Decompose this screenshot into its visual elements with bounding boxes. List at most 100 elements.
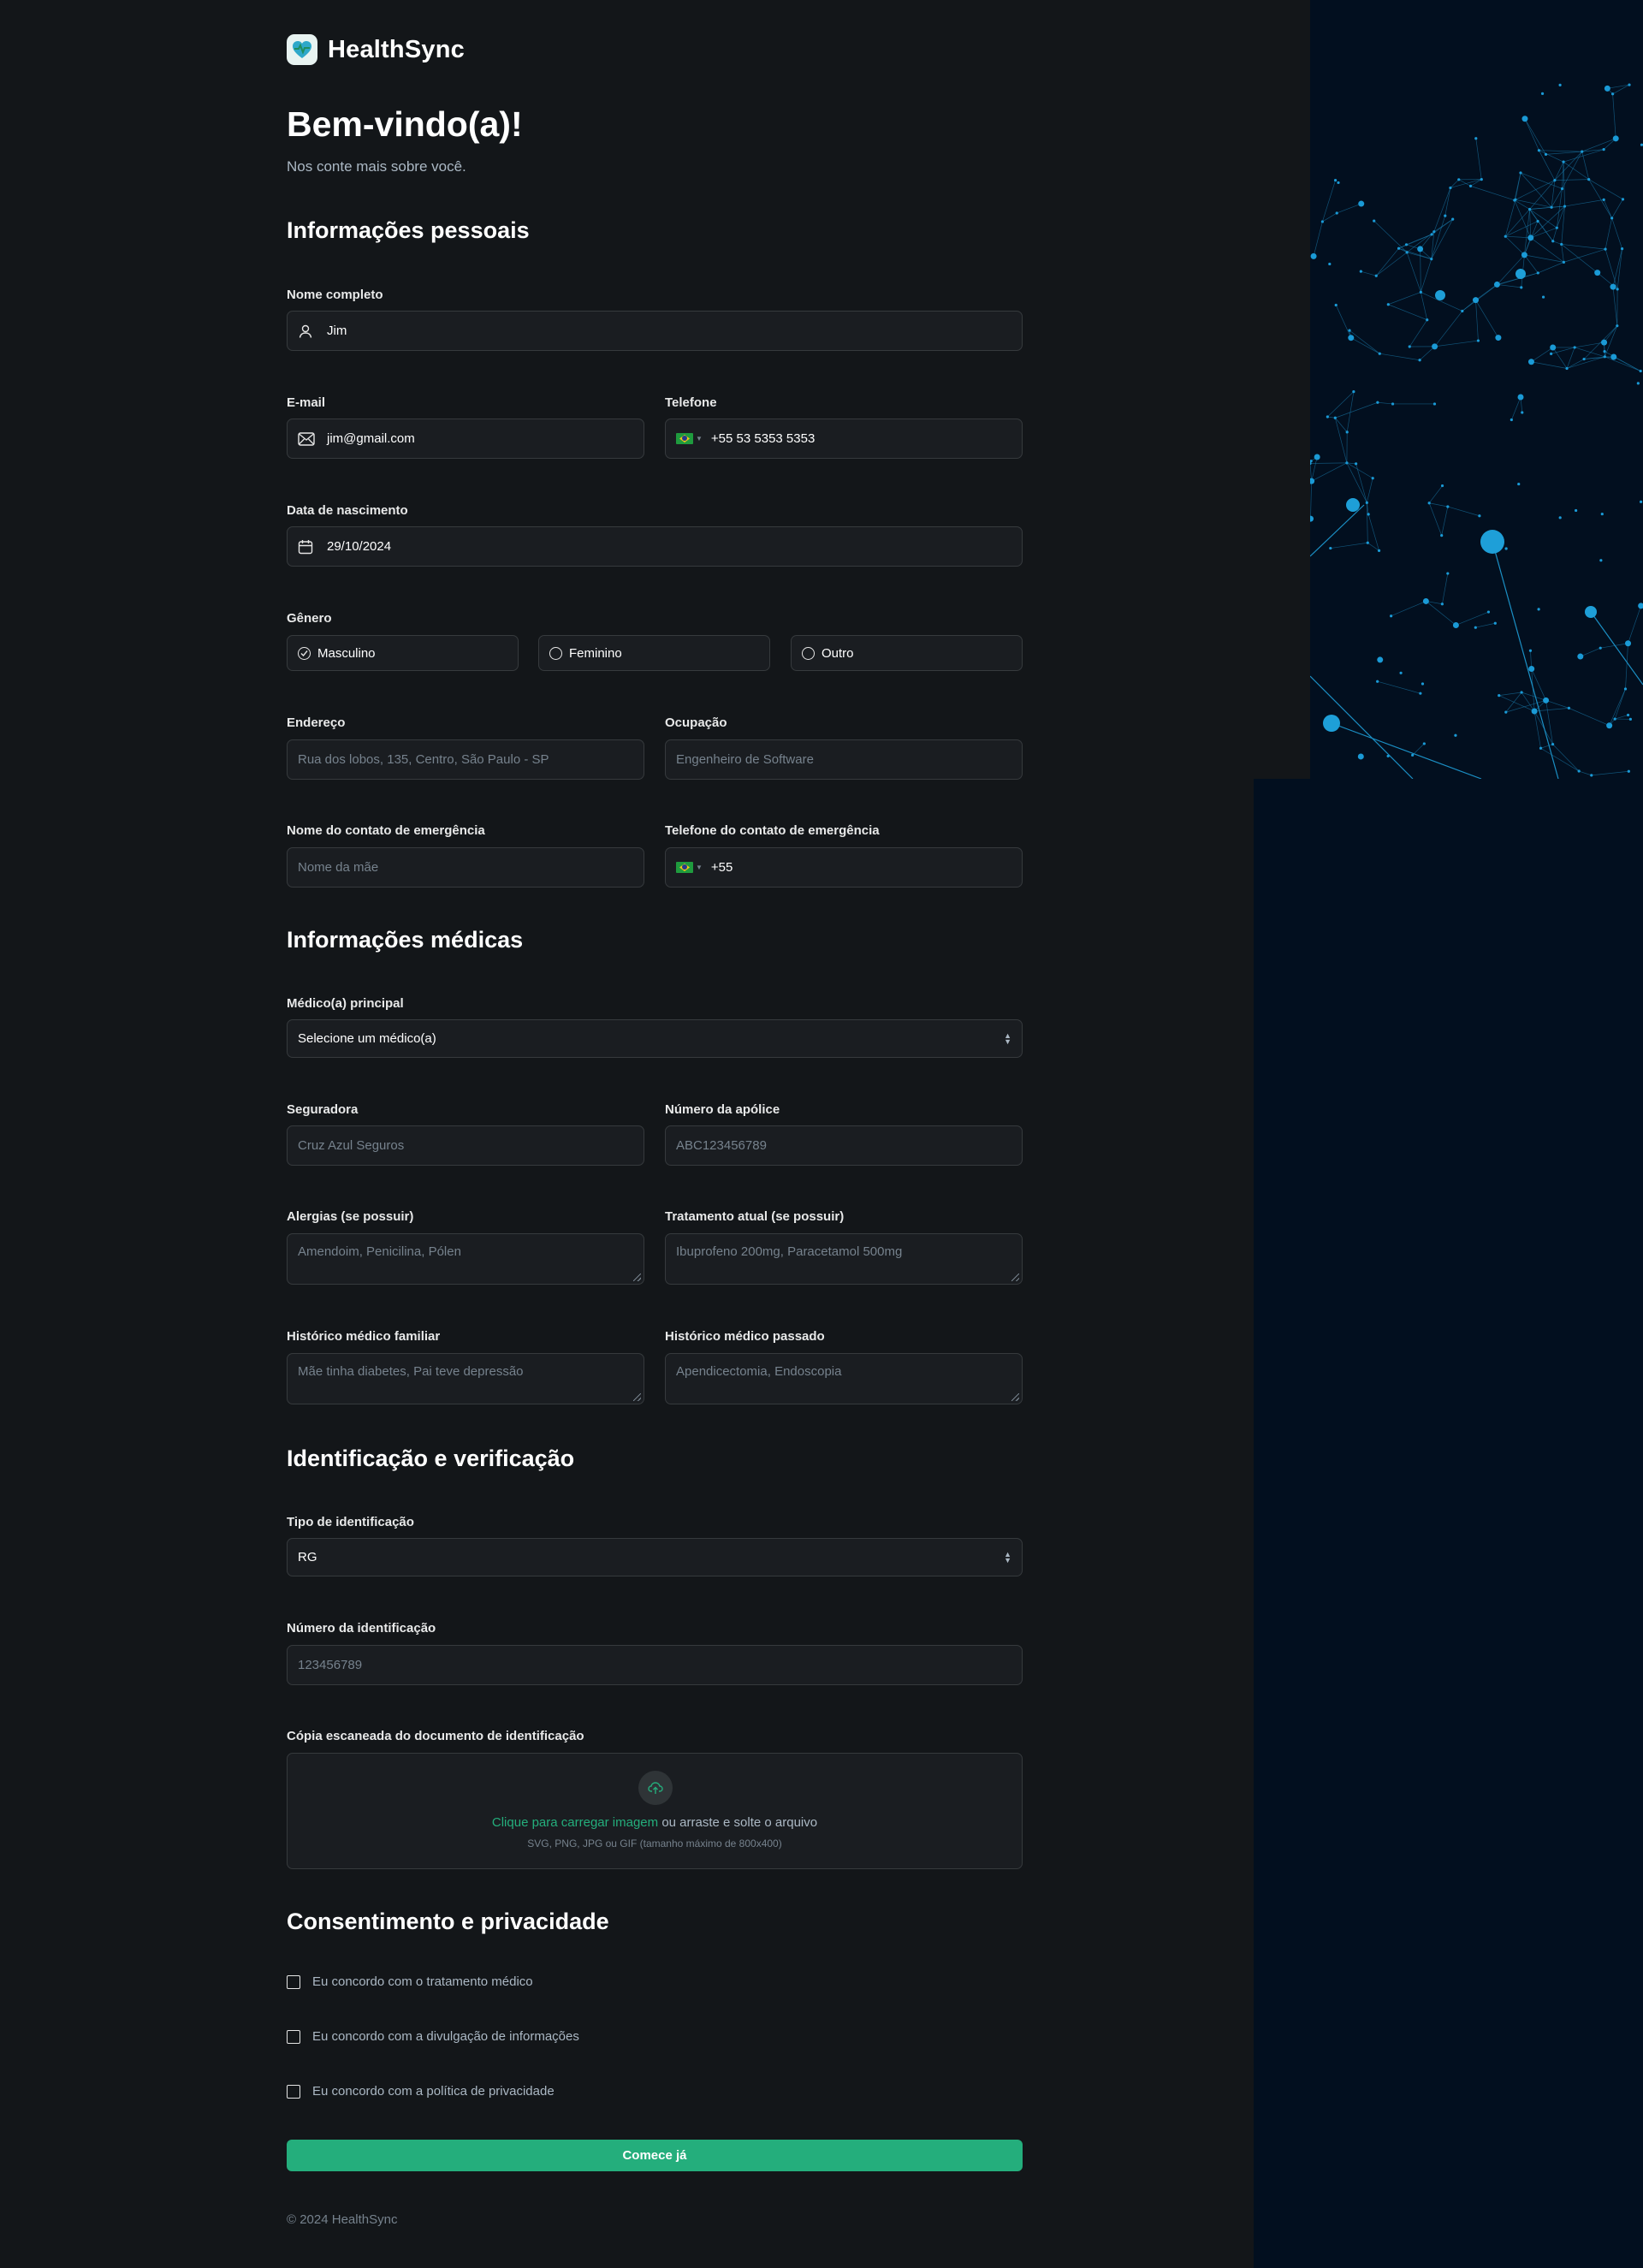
network-node (1537, 149, 1541, 152)
name-field[interactable]: Jim (287, 311, 1023, 351)
insurer-label: Seguradora (287, 1102, 359, 1117)
network-node (1422, 597, 1429, 604)
network-node (1474, 626, 1477, 629)
gender-option-other[interactable]: Outro (791, 635, 1023, 671)
network-node (1374, 274, 1378, 277)
gender-option-female[interactable]: Feminino (538, 635, 770, 671)
network-node (1623, 687, 1628, 691)
resize-handle-icon[interactable] (1011, 1393, 1019, 1401)
policy-field[interactable]: ABC123456789 (665, 1125, 1023, 1166)
network-node (1519, 171, 1522, 175)
network-node (1599, 559, 1603, 562)
network-node (1562, 260, 1566, 264)
network-node (1558, 83, 1562, 86)
family-history-textarea[interactable]: Mãe tinha diabetes, Pai teve depressão (287, 1353, 644, 1404)
network-node (1348, 335, 1355, 341)
network-line (1310, 504, 1365, 557)
network-node (1329, 546, 1332, 550)
country-selector[interactable]: ▼ (676, 433, 703, 444)
network-node (1604, 85, 1610, 92)
file-upload-dropzone[interactable]: Clique para carregar imagem ou arraste e… (287, 1753, 1023, 1869)
network-node (1582, 357, 1586, 361)
network-node (1430, 258, 1433, 261)
network-node (1636, 382, 1640, 385)
consent-treatment[interactable]: Eu concordo com o tratamento médico (287, 1974, 533, 1989)
network-node (1358, 200, 1365, 207)
address-field[interactable]: Rua dos lobos, 135, Centro, São Paulo - … (287, 739, 644, 780)
brazil-flag-icon (676, 862, 693, 873)
network-node (1498, 694, 1501, 698)
id-type-select[interactable]: RG ▲ ▼ (287, 1538, 1023, 1576)
network-node (1520, 691, 1523, 694)
checkbox[interactable] (287, 2029, 300, 2044)
consent-disclosure[interactable]: Eu concordo com a divulgação de informaç… (287, 2029, 579, 2044)
network-node (1411, 753, 1415, 757)
doctor-select-value: Selecione um médico(a) (298, 1031, 436, 1046)
network-node (1610, 217, 1614, 220)
email-field[interactable]: jim@gmail.com (287, 419, 644, 459)
treatment-textarea[interactable]: Ibuprofeno 200mg, Paracetamol 500mg (665, 1233, 1023, 1285)
birthdate-field[interactable]: 29/10/2024 (287, 526, 1023, 567)
network-node (1419, 692, 1422, 695)
network-node (1504, 710, 1508, 714)
network-node (1377, 656, 1384, 663)
id-type-label: Tipo de identificação (287, 1515, 414, 1529)
section-title-personal: Informações pessoais (287, 217, 530, 243)
country-selector[interactable]: ▼ (676, 862, 703, 873)
emergency-phone-field[interactable]: ▼ +55 (665, 847, 1023, 888)
network-node (1638, 603, 1643, 609)
resize-handle-icon[interactable] (633, 1393, 641, 1401)
network-node (1616, 324, 1619, 328)
network-node (1555, 226, 1558, 229)
chevron-down-icon: ▼ (696, 435, 703, 442)
network-node (1639, 500, 1643, 503)
radio-unchecked-icon (802, 646, 815, 660)
network-node (1551, 240, 1555, 243)
network-node (1419, 290, 1422, 294)
network-node (1558, 516, 1562, 520)
resize-handle-icon[interactable] (1011, 1274, 1019, 1281)
consent-privacy[interactable]: Eu concordo com a política de privacidad… (287, 2084, 555, 2099)
treatment-label: Tratamento atual (se possuir) (665, 1209, 845, 1224)
network-node (1514, 198, 1517, 201)
past-history-textarea[interactable]: Apendicectomia, Endoscopia (665, 1353, 1023, 1404)
submit-button[interactable]: Comece já (287, 2140, 1023, 2171)
id-number-label: Número da identificação (287, 1621, 436, 1636)
consent-label: Eu concordo com a divulgação de informaç… (312, 2029, 579, 2044)
upload-instructions: Clique para carregar imagem ou arraste e… (288, 1815, 1022, 1830)
allergies-textarea[interactable]: Amendoim, Penicilina, Pólen (287, 1233, 644, 1285)
brand-logo[interactable]: HealthSync (287, 34, 465, 65)
network-node (1603, 355, 1606, 359)
page-subtitle: Nos conte mais sobre você. (287, 158, 466, 175)
phone-field[interactable]: ▼ +55 53 5353 5353 (665, 419, 1023, 459)
email-value: jim@gmail.com (327, 431, 415, 446)
id-number-field[interactable]: 123456789 (287, 1645, 1023, 1685)
resize-handle-icon[interactable] (633, 1274, 641, 1281)
checkbox[interactable] (287, 2084, 300, 2099)
network-node (1376, 401, 1379, 404)
network-node (1333, 178, 1338, 182)
name-label: Nome completo (287, 288, 383, 302)
network-node (1452, 621, 1459, 628)
network-node (1599, 646, 1602, 650)
network-node (1378, 352, 1381, 355)
upload-link[interactable]: Clique para carregar imagem (492, 1815, 658, 1830)
emergency-name-field[interactable]: Nome da mãe (287, 847, 644, 888)
occupation-field[interactable]: Engenheiro de Software (665, 739, 1023, 780)
gender-option-male[interactable]: Masculino (287, 635, 519, 671)
network-line (1331, 722, 1482, 779)
brand-name: HealthSync (328, 35, 465, 63)
network-node (1421, 682, 1425, 686)
doctor-select[interactable]: Selecione um médico(a) ▲ ▼ (287, 1019, 1023, 1058)
network-node (1543, 697, 1550, 704)
network-node (1310, 461, 1312, 466)
insurer-field[interactable]: Cruz Azul Seguros (287, 1125, 644, 1166)
network-node-large (1346, 498, 1360, 512)
id-type-value: RG (298, 1550, 317, 1564)
network-node (1408, 345, 1411, 348)
network-node (1604, 247, 1607, 251)
network-node (1560, 242, 1563, 246)
checkbox[interactable] (287, 1974, 300, 1989)
network-node (1444, 214, 1447, 217)
network-node (1577, 653, 1584, 660)
